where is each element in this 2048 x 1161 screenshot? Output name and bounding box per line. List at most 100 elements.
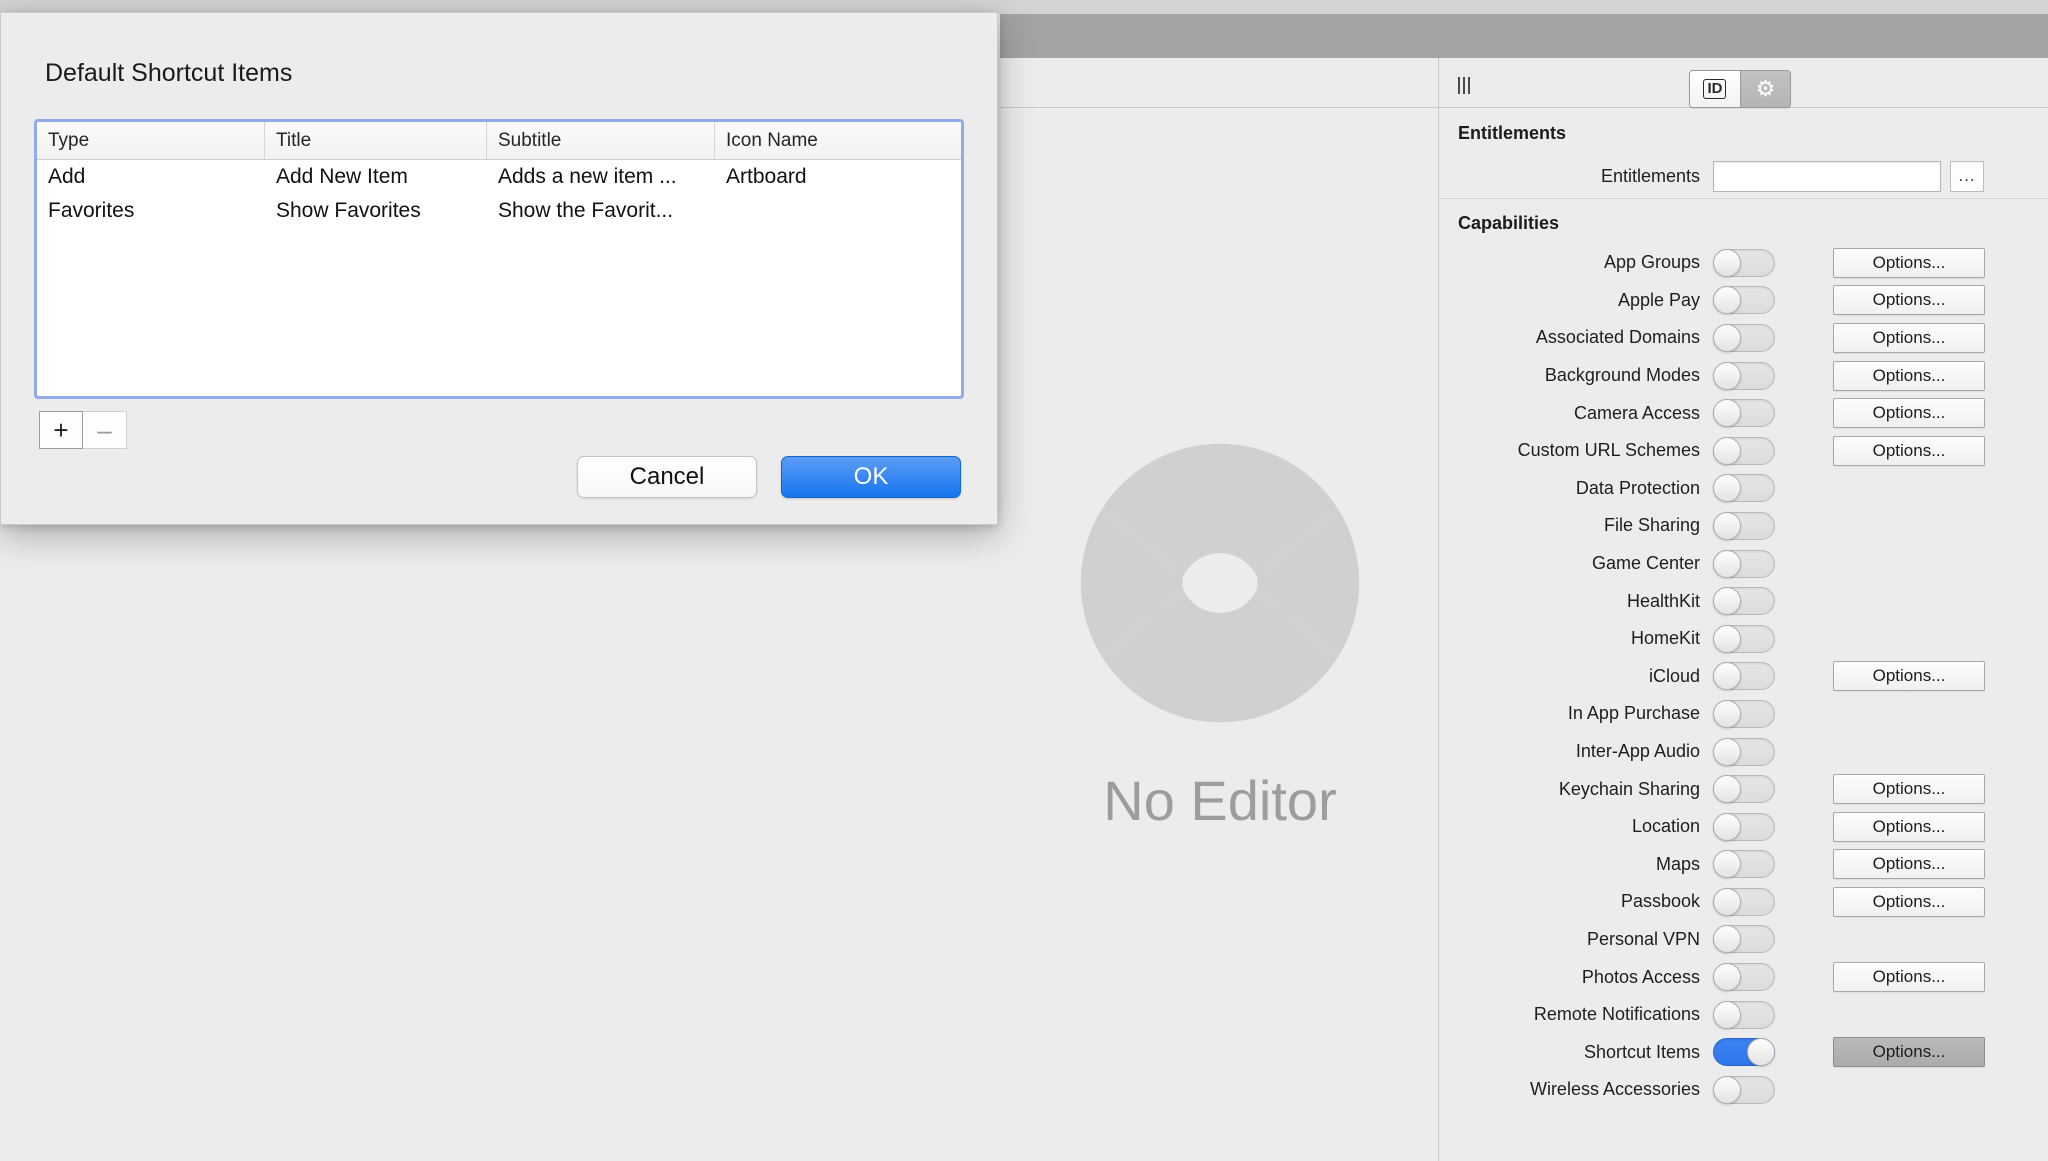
capability-options-button[interactable]: Options...	[1833, 1037, 1985, 1068]
add-item-button[interactable]: +	[39, 411, 83, 449]
capability-label: File Sharing	[1603, 515, 1700, 536]
capability-toggle[interactable]	[1713, 850, 1775, 879]
table-body: Add Add New Item Adds a new item ... Artboa…	[37, 160, 961, 228]
table-column-header[interactable]: Icon Name	[715, 122, 961, 159]
capability-row: Background Modes Options...	[1439, 357, 2048, 395]
capability-toggle[interactable]	[1713, 887, 1775, 916]
capability-options-button[interactable]: Options...	[1833, 360, 1985, 391]
toggle-knob	[1713, 1075, 1741, 1104]
ok-button[interactable]: OK	[781, 456, 961, 498]
capability-toggle[interactable]	[1713, 624, 1775, 653]
toggle-knob	[1713, 248, 1741, 277]
table-column-header[interactable]: Subtitle	[487, 122, 715, 159]
capability-label: Inter-App Audio	[1575, 741, 1700, 762]
options-spacer	[1833, 511, 1985, 541]
table-cell: Show the Favorit...	[498, 199, 674, 222]
inspector-tab-segmented-control[interactable]: ID ⚙	[1689, 70, 1791, 108]
capability-toggle[interactable]	[1713, 925, 1775, 954]
capability-row: Remote Notifications	[1439, 996, 2048, 1034]
capability-label: Photos Access	[1581, 966, 1700, 987]
capability-toggle[interactable]	[1713, 248, 1775, 277]
toggle-knob	[1713, 775, 1741, 804]
capability-options-button[interactable]: Options...	[1833, 285, 1985, 316]
capability-toggle[interactable]	[1713, 812, 1775, 841]
gear-icon: ⚙	[1755, 76, 1776, 101]
capability-toggle[interactable]	[1713, 323, 1775, 352]
capability-row: HealthKit	[1439, 582, 2048, 620]
capability-toggle[interactable]	[1713, 699, 1775, 728]
capability-row: In App Purchase	[1439, 695, 2048, 733]
toggle-knob	[1713, 812, 1741, 841]
capability-row: iCloud Options...	[1439, 658, 2048, 696]
capability-toggle[interactable]	[1713, 474, 1775, 503]
tab-identity[interactable]: ID	[1690, 71, 1740, 107]
capability-toggle[interactable]	[1713, 587, 1775, 616]
table-column-header[interactable]: Title	[265, 122, 487, 159]
capability-row: Inter-App Audio	[1439, 733, 2048, 771]
capability-options-button[interactable]: Options...	[1833, 811, 1985, 842]
capability-options-button[interactable]: Options...	[1833, 661, 1985, 692]
capability-options-button[interactable]: Options...	[1833, 435, 1985, 466]
shortcut-items-table[interactable]: Type Title Subtitle Icon Name Add Add New It…	[34, 119, 964, 399]
table-column-header[interactable]: Type	[37, 122, 265, 159]
capability-options-button[interactable]: Options...	[1833, 322, 1985, 353]
capability-options-button[interactable]: Options...	[1833, 962, 1985, 993]
capability-toggle[interactable]	[1713, 1000, 1775, 1029]
toggle-knob	[1713, 549, 1741, 578]
identity-icon: ID	[1703, 79, 1727, 99]
capability-toggle[interactable]	[1713, 436, 1775, 465]
toggle-knob	[1713, 737, 1741, 766]
capability-row: Location Options...	[1439, 808, 2048, 846]
options-spacer	[1833, 586, 1985, 616]
toggle-knob	[1713, 887, 1741, 916]
capability-toggle[interactable]	[1713, 286, 1775, 315]
inspector-menu-icon[interactable]	[1458, 76, 1480, 94]
capability-label: Game Center	[1591, 553, 1700, 574]
capability-options-button[interactable]: Options...	[1833, 398, 1985, 429]
capability-options-button[interactable]: Options...	[1833, 774, 1985, 805]
capability-options-button[interactable]: Options...	[1833, 247, 1985, 278]
capability-toggle[interactable]	[1713, 775, 1775, 804]
capability-toggle[interactable]	[1713, 662, 1775, 691]
capability-label: In App Purchase	[1567, 703, 1700, 724]
screen: ID ⚙ No Editor Entitlements Entitlements…	[0, 0, 2048, 1161]
default-shortcut-items-dialog: Default Shortcut Items Type Title Subtitle…	[0, 12, 998, 525]
capability-label: Personal VPN	[1586, 928, 1700, 949]
toggle-knob	[1713, 624, 1741, 653]
options-spacer	[1833, 1075, 1985, 1105]
capability-toggle[interactable]	[1713, 1038, 1775, 1067]
capability-toggle[interactable]	[1713, 361, 1775, 390]
table-row[interactable]: Add Add New Item Adds a new item ... Artboa…	[37, 160, 961, 194]
capability-toggle[interactable]	[1713, 963, 1775, 992]
capability-toggle[interactable]	[1713, 399, 1775, 428]
capability-label: Background Modes	[1544, 365, 1700, 386]
capability-label: App Groups	[1603, 252, 1700, 273]
toggle-knob	[1713, 850, 1741, 879]
capabilities-section-header: Capabilities	[1458, 213, 1560, 233]
table-row[interactable]: Favorites Show Favorites Show the Favorit.…	[37, 194, 961, 228]
table-cell: Favorites	[48, 199, 135, 222]
no-editor-placeholder: No Editor	[1002, 109, 1438, 1161]
options-spacer	[1833, 699, 1985, 729]
tab-capabilities[interactable]: ⚙	[1739, 71, 1790, 107]
capability-row: Wireless Accessories	[1439, 1071, 2048, 1109]
dialog-title: Default Shortcut Items	[45, 59, 293, 87]
capability-row: Keychain Sharing Options...	[1439, 770, 2048, 808]
capability-options-button[interactable]: Options...	[1833, 886, 1985, 917]
toggle-knob	[1713, 286, 1741, 315]
capability-toggle[interactable]	[1713, 737, 1775, 766]
capability-toggle[interactable]	[1713, 549, 1775, 578]
capability-toggle[interactable]	[1713, 511, 1775, 540]
toggle-knob	[1713, 587, 1741, 616]
options-spacer	[1833, 737, 1985, 767]
cancel-button[interactable]: Cancel	[577, 456, 757, 498]
capability-options-button[interactable]: Options...	[1833, 849, 1985, 880]
capability-label: iCloud	[1648, 665, 1700, 686]
toggle-knob	[1713, 323, 1741, 352]
capability-row: App Groups Options...	[1439, 244, 2048, 282]
entitlements-input[interactable]	[1713, 160, 1941, 192]
capability-label: Custom URL Schemes	[1517, 440, 1700, 461]
capability-toggle[interactable]	[1713, 1075, 1775, 1104]
remove-item-button[interactable]: –	[83, 411, 127, 449]
entitlements-browse-button[interactable]: ...	[1950, 160, 1984, 192]
